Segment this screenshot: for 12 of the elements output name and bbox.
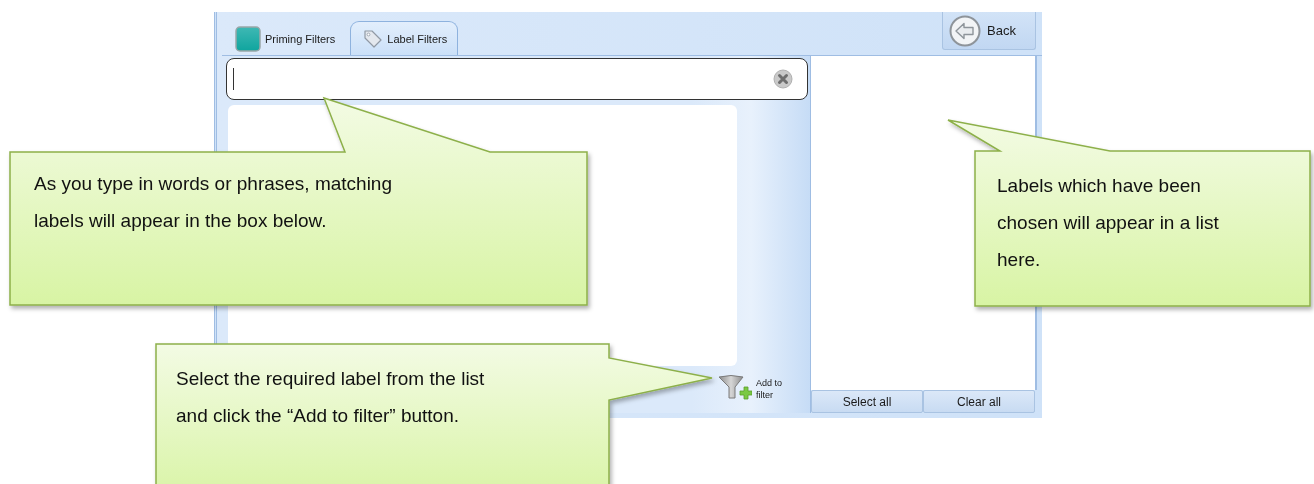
add-to-filter-button[interactable]: Add to filter <box>718 373 790 406</box>
tab[interactable]: Label Filters <box>350 21 459 55</box>
tooltip-text: Select the required label from the list and click the “Add to filter” button. <box>176 367 486 428</box>
clear-icon[interactable] <box>773 69 793 89</box>
tooltip-text: As you type in words or phrases, matching labels will appear in the box below. <box>34 172 393 233</box>
tag-icon <box>363 28 384 49</box>
square-icon <box>235 25 261 52</box>
list-button[interactable]: Select all <box>811 390 923 413</box>
tab[interactable]: Priming Filters <box>228 21 347 55</box>
back-button[interactable]: Back <box>942 12 1036 50</box>
list-button[interactable]: Clear all <box>923 390 1035 413</box>
tooltip-text: Labels which have been chosen will appear in a list here. <box>997 174 1220 272</box>
